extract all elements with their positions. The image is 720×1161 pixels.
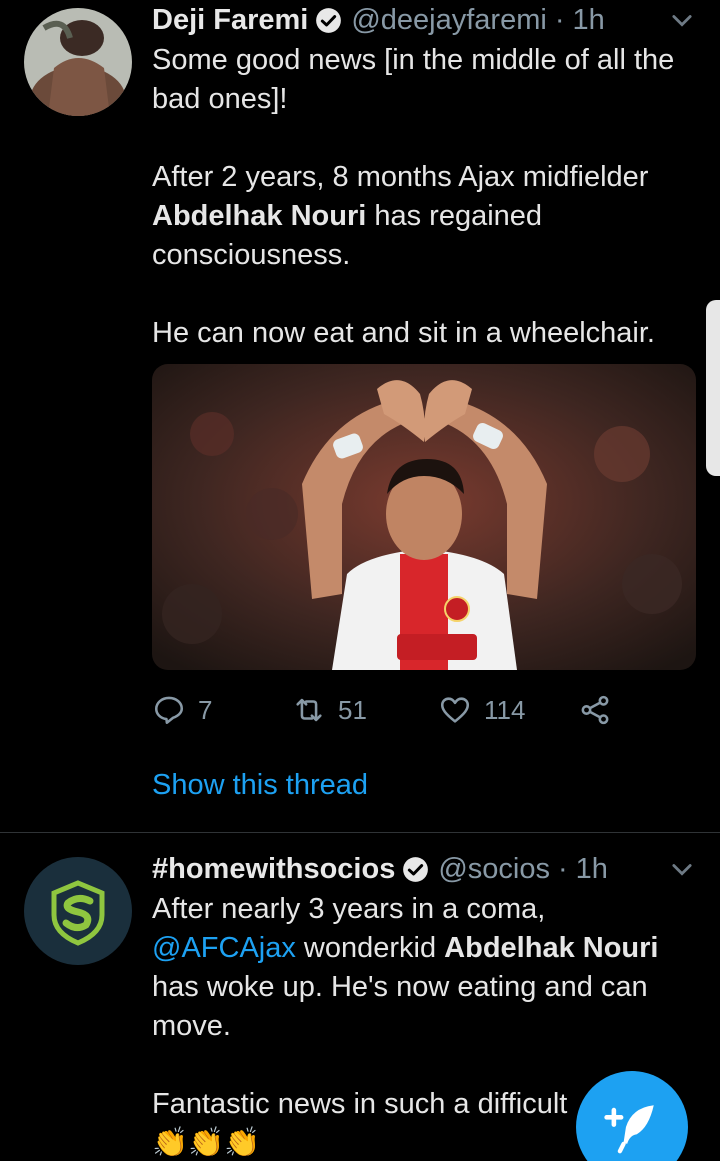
timeline: Deji Faremi @deejayfaremi · 1h Some good… [0, 0, 720, 1161]
reply-icon [154, 696, 184, 725]
like-button[interactable]: 114 [438, 690, 525, 730]
user-handle[interactable]: @socios [438, 853, 550, 886]
mention-link[interactable]: @AFCAjax [152, 932, 296, 964]
reply-count: 7 [198, 694, 213, 725]
timestamp: · 1h [557, 852, 608, 885]
display-name[interactable]: Deji Faremi [152, 4, 308, 37]
tweet-text: Some good news [in the middle of all the… [152, 41, 702, 353]
verified-badge-icon [402, 856, 429, 883]
tweet-image[interactable] [152, 364, 696, 670]
display-name[interactable]: #homewithsocios [152, 853, 395, 886]
avatar[interactable] [24, 8, 132, 116]
timestamp: · 1h [554, 3, 605, 36]
tweet-paragraph: Some good news [in the middle of all the… [152, 44, 675, 115]
tweet-header: Deji Faremi @deejayfaremi · 1h [152, 0, 696, 40]
retweet-button[interactable]: 51 [292, 690, 367, 730]
avatar[interactable] [24, 857, 132, 965]
tweet-header: #homewithsocios @socios · 1h [152, 849, 696, 889]
verified-badge-icon [315, 7, 342, 34]
share-button[interactable] [578, 690, 612, 730]
tweet-paragraph: After 2 years, 8 months Ajax midfielder … [152, 161, 649, 271]
bold-name: Abdelhak Nouri [444, 932, 659, 964]
like-count: 114 [484, 694, 526, 725]
tweet-paragraph: He can now eat and sit in a wheelchair. [152, 317, 655, 349]
tweet[interactable]: Deji Faremi @deejayfaremi · 1h Some good… [0, 0, 720, 832]
retweet-icon [296, 698, 322, 722]
share-icon [581, 695, 609, 725]
tweet-actions: 7 51 114 [152, 690, 632, 730]
chevron-down-icon[interactable] [668, 855, 696, 883]
heart-icon [440, 697, 470, 723]
retweet-count: 51 [338, 694, 367, 725]
chevron-down-icon[interactable] [668, 6, 696, 34]
show-thread-link[interactable]: Show this thread [152, 769, 368, 802]
reply-button[interactable]: 7 [152, 690, 212, 730]
user-handle[interactable]: @deejayfaremi [351, 4, 546, 37]
compose-quill-icon [604, 1105, 654, 1154]
tweet-paragraph: @AFCAjax wonderkid Abdelhak Nouri has wo… [152, 932, 659, 1042]
scrollbar-handle[interactable] [706, 300, 720, 476]
tweet-paragraph: After nearly 3 years in a coma, [152, 893, 546, 925]
bold-name: Abdelhak Nouri [152, 200, 367, 232]
